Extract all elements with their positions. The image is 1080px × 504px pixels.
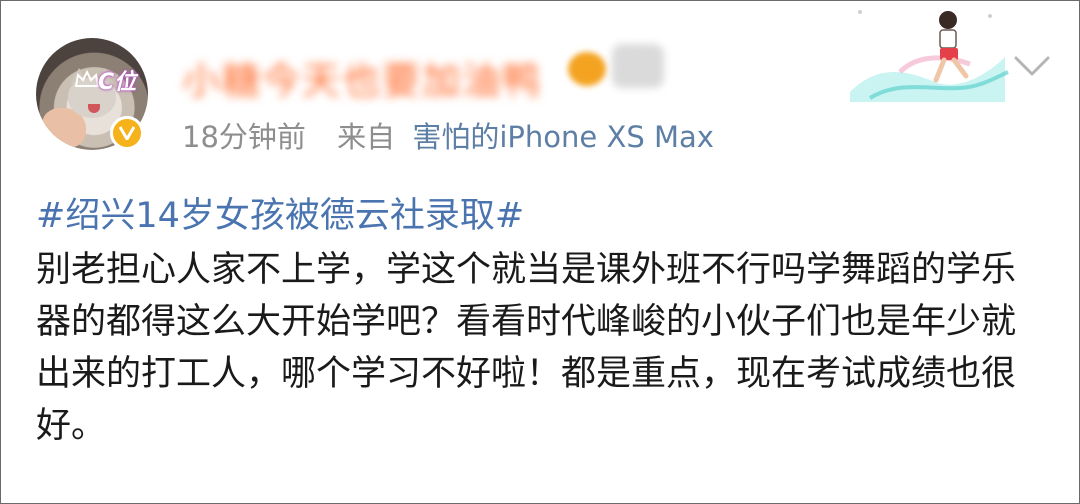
- post-time: 18分钟前: [182, 120, 306, 154]
- card-decoration-illustration: [850, 10, 1009, 102]
- member-badge-icon: [612, 44, 664, 88]
- name-emoji-icon: [568, 52, 606, 86]
- source-label: 来自: [337, 120, 396, 154]
- device-link[interactable]: 害怕的iPhone XS Max: [412, 120, 714, 154]
- crown-icon: [74, 70, 100, 87]
- verified-badge-icon: [110, 116, 144, 150]
- post-body-text: 别老担心人家不上学，学这个就当是课外班不行吗学舞蹈的学乐器的都得这么大开始学吧？…: [36, 250, 1017, 446]
- avatar-badge-text: C位: [98, 70, 137, 95]
- post-content: #绍兴14岁女孩被德云社录取# 别老担心人家不上学，学这个就当是课外班不行吗学舞…: [36, 190, 1046, 452]
- post-meta: 18分钟前 来自 害怕的iPhone XS Max: [182, 114, 714, 156]
- hashtag-link[interactable]: #绍兴14岁女孩被德云社录取#: [36, 190, 1046, 244]
- chevron-down-icon[interactable]: [1010, 50, 1054, 80]
- username[interactable]: 小糖今天也要加油鸭: [182, 50, 542, 105]
